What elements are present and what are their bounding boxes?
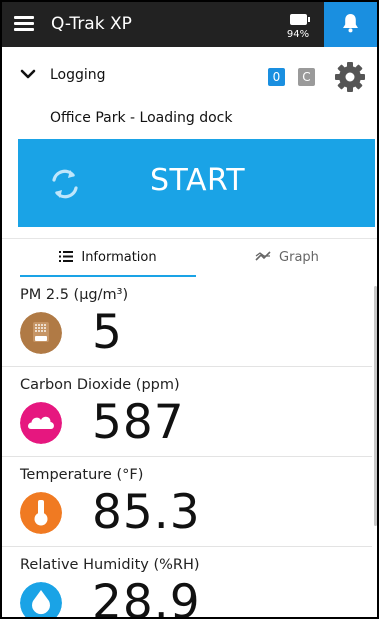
- reading-pm25: PM 2.5 (µg/m³) 5: [2, 277, 372, 367]
- hamburger-icon[interactable]: [14, 16, 34, 32]
- droplet-icon: [20, 582, 62, 617]
- alerts-button[interactable]: [324, 2, 377, 47]
- app-window: Q-Trak XP 94% Logging 0 C Office Park - …: [0, 0, 379, 619]
- battery-indicator: 94%: [278, 10, 318, 40]
- trend-icon: [255, 251, 271, 261]
- start-button[interactable]: START: [18, 139, 375, 227]
- reading-value: 28.9: [92, 575, 201, 617]
- battery-percent: 94%: [286, 29, 310, 40]
- logging-toggle[interactable]: Logging 0 C: [2, 57, 377, 97]
- reading-label: Carbon Dioxide (ppm): [20, 377, 180, 393]
- reading-value: 5: [92, 305, 123, 360]
- gear-icon[interactable]: [334, 61, 366, 93]
- sync-icon: [52, 169, 78, 199]
- reading-co2: Carbon Dioxide (ppm) 587: [2, 367, 372, 457]
- tab-graph-label: Graph: [279, 250, 319, 265]
- c-badge: C: [298, 68, 315, 86]
- reading-label: Relative Humidity (%RH): [20, 557, 200, 573]
- battery-icon: [289, 14, 310, 25]
- tab-graph[interactable]: Graph: [202, 239, 372, 275]
- cloud-icon: [20, 402, 62, 444]
- app-title: Q-Trak XP: [51, 14, 132, 34]
- reading-humidity: Relative Humidity (%RH) 28.9: [2, 547, 372, 617]
- reading-temperature: Temperature (°F) 85.3: [2, 457, 372, 547]
- count-badge: 0: [268, 68, 285, 86]
- list-icon: [59, 251, 74, 262]
- top-app-bar: Q-Trak XP 94%: [2, 2, 377, 47]
- thermometer-icon: [20, 492, 62, 534]
- tab-information-label: Information: [81, 250, 157, 265]
- tab-bar: Information Graph: [2, 238, 377, 277]
- reading-value: 85.3: [92, 485, 201, 540]
- reading-value: 587: [92, 395, 185, 450]
- chevron-down-icon: [20, 69, 36, 79]
- reading-label: Temperature (°F): [20, 467, 144, 483]
- logging-label: Logging: [50, 67, 106, 83]
- reading-label: PM 2.5 (µg/m³): [20, 287, 129, 303]
- scrollbar[interactable]: [374, 286, 377, 526]
- pm-sensor-icon: [20, 312, 62, 354]
- location-label: Office Park - Loading dock: [50, 110, 233, 126]
- readings-list[interactable]: PM 2.5 (µg/m³) 5 Carbon Dioxide (ppm) 58…: [2, 277, 372, 617]
- bell-icon: [343, 14, 358, 33]
- start-label: START: [150, 163, 246, 198]
- tab-information[interactable]: Information: [20, 239, 196, 277]
